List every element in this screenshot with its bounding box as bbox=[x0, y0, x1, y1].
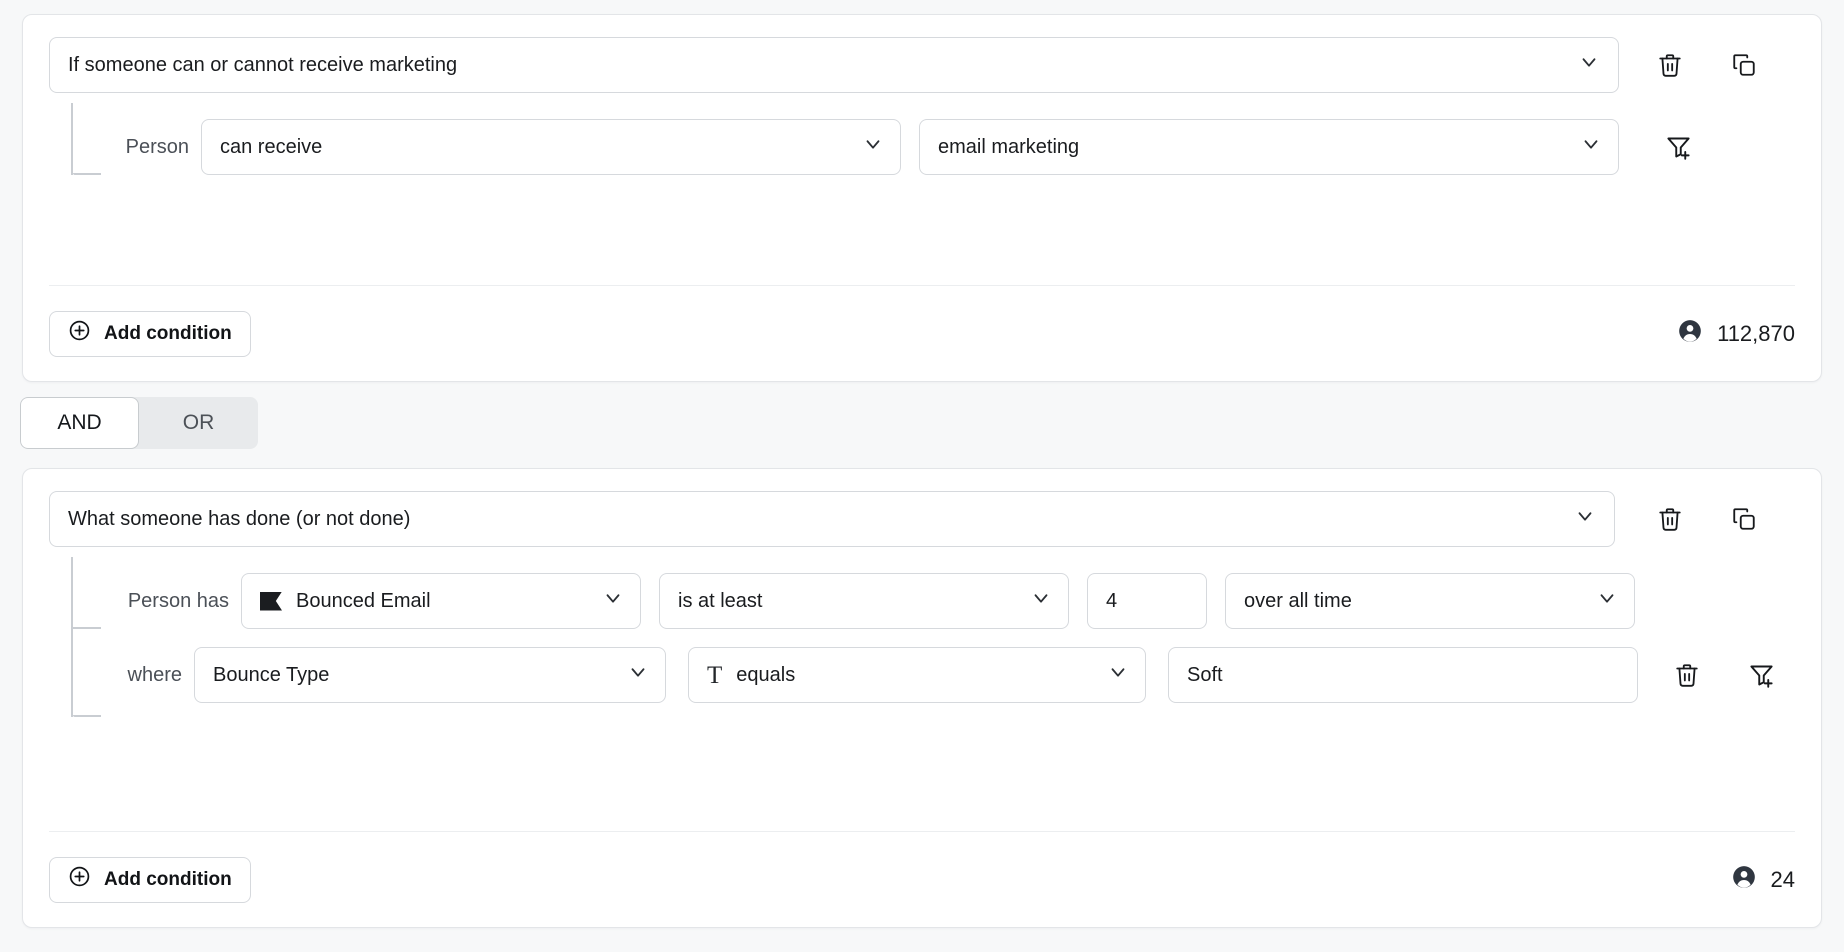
row-label: Person has bbox=[49, 590, 241, 613]
text-type-icon: T bbox=[707, 663, 722, 688]
card-footer: Add condition 112,870 bbox=[49, 285, 1795, 381]
condition-rows: Person can receive email marketing bbox=[49, 119, 1795, 175]
card-body: If someone can or cannot receive marketi… bbox=[23, 15, 1821, 381]
add-filter-button[interactable] bbox=[1663, 132, 1693, 162]
add-condition-button[interactable]: Add condition bbox=[49, 311, 251, 357]
condition-type-row: If someone can or cannot receive marketi… bbox=[49, 37, 1795, 93]
count-value: 112,870 bbox=[1717, 321, 1795, 347]
field-value: email marketing bbox=[938, 136, 1079, 159]
property-select[interactable]: Bounce Type bbox=[194, 647, 666, 703]
logic-or-button[interactable]: OR bbox=[139, 397, 258, 449]
condition-card-1: If someone can or cannot receive marketi… bbox=[22, 14, 1822, 382]
add-condition-button[interactable]: Add condition bbox=[49, 857, 251, 903]
chevron-down-icon bbox=[1107, 661, 1129, 689]
chevron-down-icon bbox=[1030, 587, 1052, 615]
flag-icon bbox=[260, 592, 282, 611]
logic-toggle: AND OR bbox=[20, 397, 258, 449]
plus-circle-icon bbox=[68, 865, 91, 894]
plus-circle-icon bbox=[68, 319, 91, 348]
audience-count: 112,870 bbox=[1677, 318, 1795, 350]
segment-builder: If someone can or cannot receive marketi… bbox=[0, 0, 1844, 952]
chevron-down-icon bbox=[602, 587, 624, 615]
chevron-down-icon bbox=[1578, 51, 1600, 79]
metric-select[interactable]: Bounced Email bbox=[241, 573, 641, 629]
operator-select[interactable]: T equals bbox=[688, 647, 1146, 703]
field-value: is at least bbox=[678, 590, 762, 613]
field-value: 4 bbox=[1106, 590, 1117, 613]
duplicate-condition-button[interactable] bbox=[1729, 50, 1759, 80]
row-label: where bbox=[49, 664, 194, 687]
count-value: 24 bbox=[1771, 867, 1795, 893]
chevron-down-icon bbox=[1574, 505, 1596, 533]
condition-type-value: What someone has done (or not done) bbox=[68, 508, 410, 531]
add-condition-label: Add condition bbox=[104, 869, 232, 891]
comparator-select[interactable]: is at least bbox=[659, 573, 1069, 629]
add-condition-label: Add condition bbox=[104, 323, 232, 345]
delete-filter-button[interactable] bbox=[1672, 660, 1702, 690]
count-input[interactable]: 4 bbox=[1087, 573, 1207, 629]
field-value: equals bbox=[736, 664, 795, 687]
logic-and-button[interactable]: AND bbox=[20, 397, 139, 449]
receive-status-select[interactable]: can receive bbox=[201, 119, 901, 175]
condition-rows: Person has Bounced Email is at least bbox=[49, 573, 1795, 703]
row-label: Person bbox=[49, 136, 201, 159]
audience-count: 24 bbox=[1731, 864, 1795, 896]
duplicate-condition-button[interactable] bbox=[1729, 504, 1759, 534]
field-value: Soft bbox=[1187, 664, 1223, 687]
condition-row: Person can receive email marketing bbox=[49, 119, 1795, 175]
marketing-channel-select[interactable]: email marketing bbox=[919, 119, 1619, 175]
person-icon bbox=[1677, 318, 1703, 350]
delete-condition-button[interactable] bbox=[1655, 50, 1685, 80]
condition-row: where Bounce Type T equals bbox=[49, 647, 1795, 703]
add-filter-button[interactable] bbox=[1746, 660, 1776, 690]
chevron-down-icon bbox=[1596, 587, 1618, 615]
timeframe-select[interactable]: over all time bbox=[1225, 573, 1635, 629]
field-value: over all time bbox=[1244, 590, 1352, 613]
person-icon bbox=[1731, 864, 1757, 896]
condition-type-row: What someone has done (or not done) bbox=[49, 491, 1795, 547]
chevron-down-icon bbox=[1580, 133, 1602, 161]
chevron-down-icon bbox=[627, 661, 649, 689]
card-actions bbox=[1655, 504, 1759, 534]
condition-card-2: What someone has done (or not done) bbox=[22, 468, 1822, 928]
field-value: Bounce Type bbox=[213, 664, 329, 687]
delete-condition-button[interactable] bbox=[1655, 504, 1685, 534]
condition-row: Person has Bounced Email is at least bbox=[49, 573, 1795, 629]
condition-type-select-2[interactable]: What someone has done (or not done) bbox=[49, 491, 1615, 547]
condition-type-select-1[interactable]: If someone can or cannot receive marketi… bbox=[49, 37, 1619, 93]
condition-type-value: If someone can or cannot receive marketi… bbox=[68, 54, 457, 77]
field-value: can receive bbox=[220, 136, 322, 159]
property-value-input[interactable]: Soft bbox=[1168, 647, 1638, 703]
card-footer: Add condition 24 bbox=[49, 831, 1795, 927]
chevron-down-icon bbox=[862, 133, 884, 161]
card-body: What someone has done (or not done) bbox=[23, 469, 1821, 927]
field-value: Bounced Email bbox=[296, 590, 431, 613]
card-actions bbox=[1655, 50, 1759, 80]
